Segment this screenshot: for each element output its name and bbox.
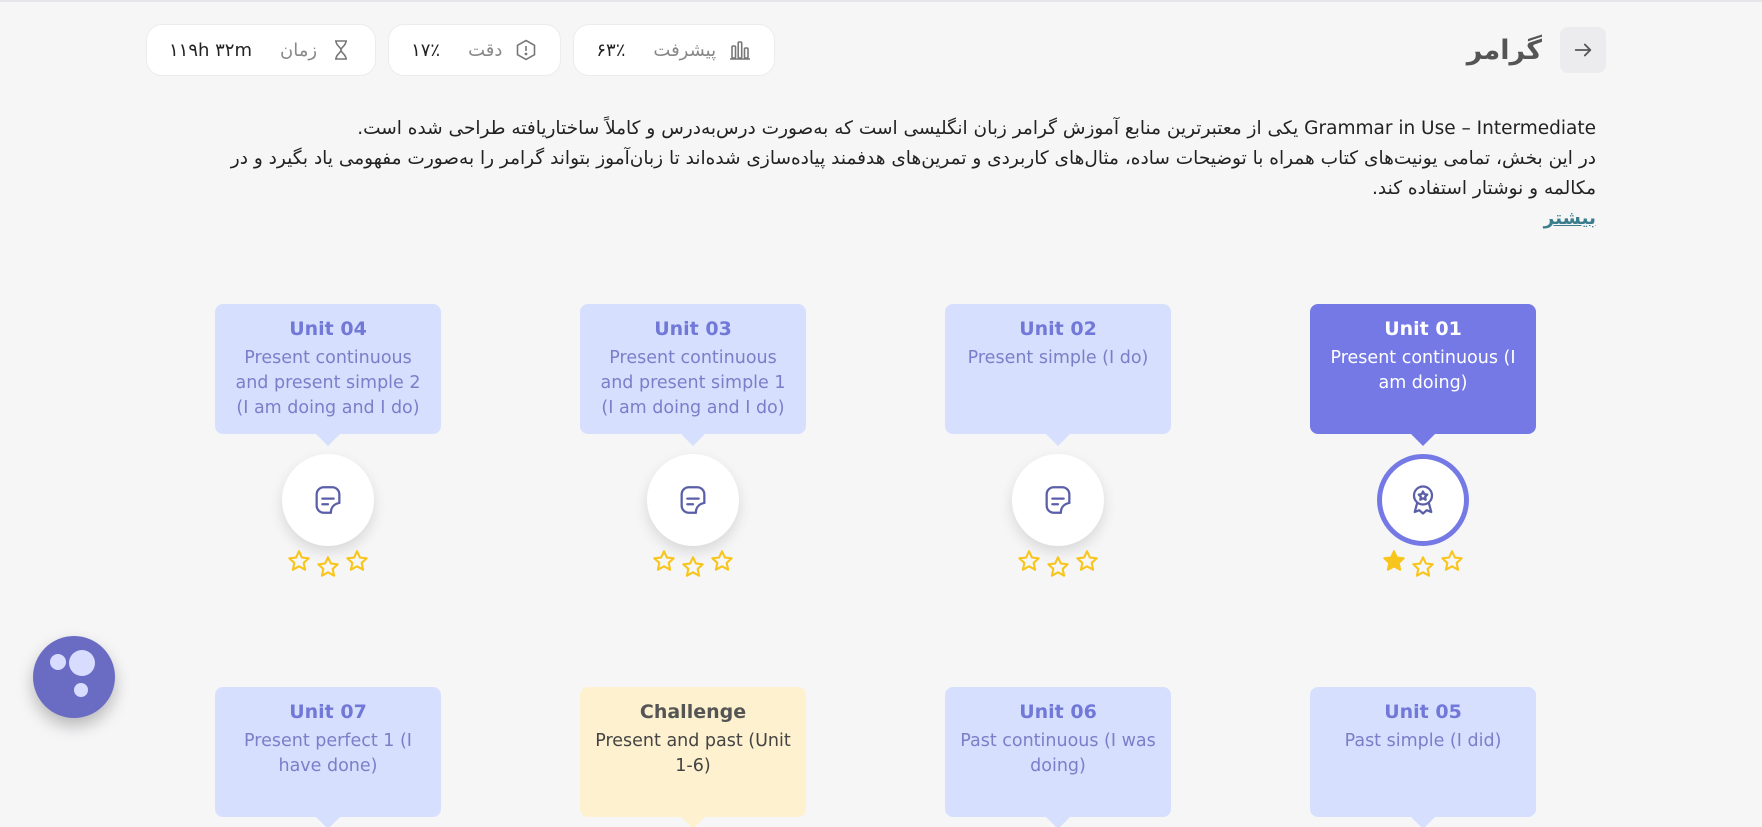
unit-item-01[interactable]: Unit 01 Present continuous (I am doing) — [1310, 304, 1536, 588]
star-filled-icon — [1383, 550, 1405, 571]
unit-card[interactable]: Unit 06 Past continuous (I was doing) — [945, 687, 1171, 827]
unit-node[interactable] — [1012, 454, 1104, 546]
challenge-card[interactable]: Challenge Present and past (Unit 1-6) — [580, 687, 806, 827]
unit-title: Challenge — [639, 701, 747, 723]
hourglass-icon — [329, 38, 353, 62]
unit-card[interactable]: Unit 05 Past simple (I did) — [1310, 687, 1536, 827]
unit-title: Unit 03 — [654, 318, 732, 340]
unit-stars — [283, 548, 373, 588]
unit-node[interactable] — [1377, 454, 1469, 546]
stat-label: دقت — [468, 39, 503, 61]
page-header: گرامر پیشرفت ۶۳٪ دقت ۱۷٪ زمان ۱۱۹h ۳۲m — [146, 24, 1606, 76]
bar-chart-icon — [728, 38, 752, 62]
unit-card[interactable]: Unit 07 Present perfect 1 (I have done) — [215, 687, 441, 827]
unit-item-06[interactable]: Unit 06 Past continuous (I was doing) — [945, 687, 1171, 827]
unit-stars — [1378, 548, 1468, 588]
stat-time: زمان ۱۱۹h ۳۲m — [146, 24, 377, 76]
description-line: Grammar in Use – Intermediate یکی از معت… — [357, 118, 1596, 139]
star-outline-icon — [711, 550, 733, 571]
unit-card[interactable]: Unit 04 Present continuous and present s… — [215, 304, 441, 446]
unit-subtitle: Present continuous and present simple 1 … — [600, 348, 786, 418]
document-icon — [680, 486, 706, 514]
stat-value: ۱۷٪ — [411, 39, 441, 61]
unit-item-challenge[interactable]: Challenge Present and past (Unit 1-6) — [580, 687, 806, 827]
unit-subtitle: Present continuous (I am doing) — [1330, 348, 1516, 393]
star-outline-icon — [653, 550, 675, 571]
document-icon — [1045, 486, 1071, 514]
star-outline-icon — [1441, 550, 1463, 571]
unit-node[interactable] — [647, 454, 739, 546]
star-outline-icon — [317, 556, 339, 577]
unit-subtitle: Present and past (Unit 1-6) — [595, 731, 791, 776]
unit-title: Unit 07 — [289, 701, 367, 723]
unit-item-03[interactable]: Unit 03 Present continuous and present s… — [580, 304, 806, 588]
award-icon — [1412, 485, 1434, 515]
unit-item-05[interactable]: Unit 05 Past simple (I did) — [1310, 687, 1536, 827]
unit-subtitle: Past continuous (I was doing) — [960, 731, 1156, 776]
floating-assistant-button[interactable] — [33, 636, 115, 718]
bubble-icon — [50, 654, 66, 670]
bubble-icon — [74, 683, 88, 697]
bubble-icon — [69, 650, 95, 676]
star-outline-icon — [1412, 556, 1434, 577]
unit-item-04[interactable]: Unit 04 Present continuous and present s… — [215, 304, 441, 588]
unit-item-02[interactable]: Unit 02 Present simple (I do) — [945, 304, 1171, 588]
stat-label: پیشرفت — [653, 39, 717, 61]
star-outline-icon — [346, 550, 368, 571]
document-icon — [315, 486, 341, 514]
unit-title: Unit 04 — [289, 318, 367, 340]
unit-item-07[interactable]: Unit 07 Present perfect 1 (I have done) — [215, 687, 441, 827]
unit-stars — [1013, 548, 1103, 588]
star-outline-icon — [288, 550, 310, 571]
unit-title: Unit 02 — [1019, 318, 1097, 340]
star-outline-icon — [1047, 556, 1069, 577]
star-outline-icon — [1076, 550, 1098, 571]
unit-subtitle: Present simple (I do) — [967, 348, 1149, 368]
stats-bar: پیشرفت ۶۳٪ دقت ۱۷٪ زمان ۱۱۹h ۳۲m — [146, 24, 776, 76]
more-link[interactable]: بیشتر — [1544, 208, 1596, 229]
unit-title: Unit 06 — [1019, 701, 1097, 723]
star-outline-icon — [682, 556, 704, 577]
arrow-right-icon — [1574, 43, 1592, 57]
unit-node[interactable] — [282, 454, 374, 546]
unit-stars — [648, 548, 738, 588]
stat-progress: پیشرفت ۶۳٪ — [573, 24, 776, 76]
unit-subtitle: Present perfect 1 (I have done) — [244, 731, 412, 776]
title-group: گرامر — [1467, 27, 1606, 73]
unit-subtitle: Past simple (I did) — [1344, 731, 1502, 751]
page-title: گرامر — [1466, 34, 1542, 66]
unit-card[interactable]: Unit 03 Present continuous and present s… — [580, 304, 806, 446]
unit-title: Unit 01 — [1384, 318, 1462, 340]
course-description: Grammar in Use – Intermediate یکی از معت… — [176, 114, 1596, 234]
stat-accuracy: دقت ۱۷٪ — [388, 24, 562, 76]
stat-value: ۶۳٪ — [596, 39, 626, 61]
unit-title: Unit 05 — [1384, 701, 1462, 723]
star-outline-icon — [1018, 550, 1040, 571]
back-button[interactable] — [1560, 27, 1606, 73]
unit-card[interactable]: Unit 02 Present simple (I do) — [945, 304, 1171, 446]
alert-octagon-icon — [514, 38, 538, 62]
description-line: در این بخش، تمامی یونیت‌های کتاب همراه ب… — [230, 148, 1596, 199]
unit-subtitle: Present continuous and present simple 2 … — [235, 348, 421, 418]
stat-value: ۱۱۹h ۳۲m — [169, 39, 253, 61]
unit-card[interactable]: Unit 01 Present continuous (I am doing) — [1310, 304, 1536, 446]
stat-label: زمان — [280, 39, 318, 61]
